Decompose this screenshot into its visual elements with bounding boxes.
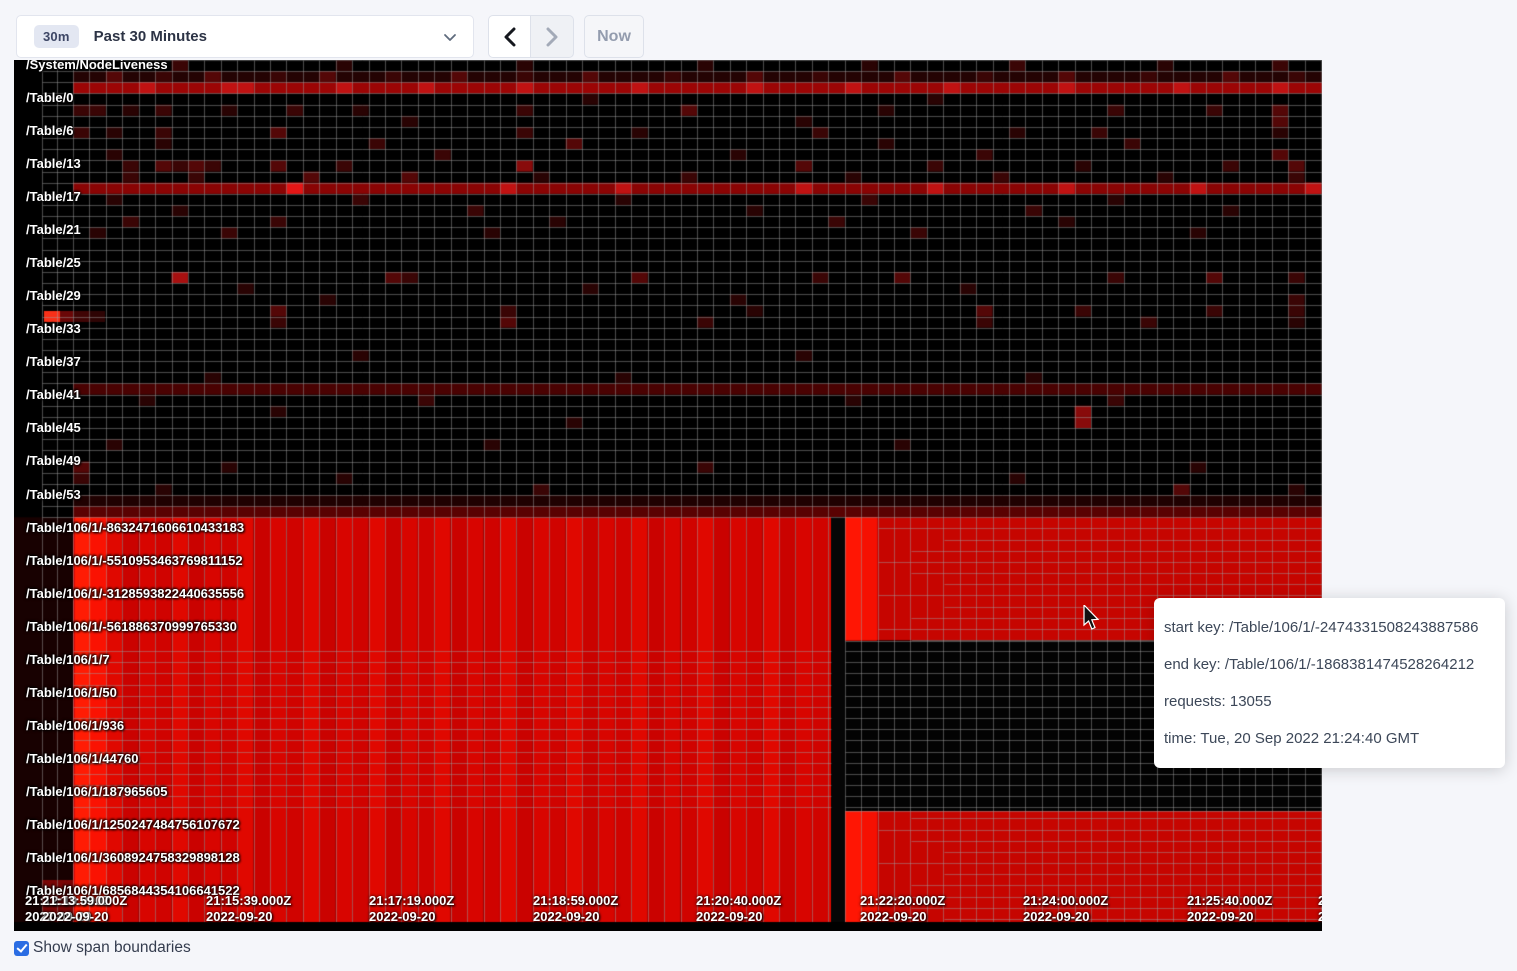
show-span-boundaries-checkbox[interactable] <box>14 941 29 956</box>
toolbar: 30m Past 30 Minutes Now <box>0 0 1517 60</box>
chevron-down-icon <box>443 31 457 43</box>
time-pan-button-group <box>488 15 574 58</box>
time-range-label: Past 30 Minutes <box>94 28 207 45</box>
key-visualizer: /System/NodeLiveness/Table/0/Table/6/Tab… <box>0 0 1517 971</box>
chevron-left-icon <box>503 27 517 47</box>
pan-forward-button[interactable] <box>531 15 574 58</box>
chevron-right-icon <box>545 27 559 47</box>
time-range-select[interactable]: 30m Past 30 Minutes <box>16 15 474 58</box>
pan-back-button[interactable] <box>488 15 531 58</box>
show-span-boundaries-label: Show span boundaries <box>33 939 191 957</box>
footer: Show span boundaries <box>14 939 191 957</box>
time-range-badge: 30m <box>34 25 79 48</box>
key-visualizer-heatmap[interactable] <box>14 60 1322 931</box>
now-button[interactable]: Now <box>584 15 644 58</box>
